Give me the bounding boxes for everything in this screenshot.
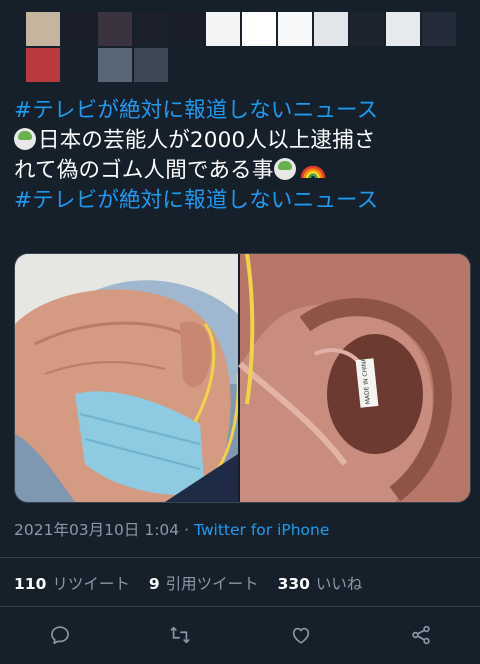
retweet-button[interactable] [165,620,195,650]
retweet-icon [170,626,190,644]
tweet-text: #テレビが絶対に報道しないニュース 日本の芸能人が2000人以上逮捕さ れて偽の… [14,96,472,216]
like-button[interactable] [286,620,316,650]
tweet-actions [0,620,480,650]
tweet-time[interactable]: 1:04 [144,521,179,539]
divider [0,606,480,607]
tea-bowl-emoji [273,158,296,180]
reply-icon [51,626,69,645]
tweet-stats: 110 リツイート 9 引用ツイート 330 いいね [14,572,376,594]
share-icon [412,625,430,645]
photo-man-with-mask[interactable] [15,254,240,502]
tweet-text-line: 日本の芸能人が2000人以上逮捕さ [38,128,376,153]
tweet-date[interactable]: 2021年03月10日 [14,521,139,539]
meta-separator: · [184,521,190,539]
rainbow-emoji [300,165,325,179]
divider [0,557,480,558]
retweets-stat[interactable]: 110 リツイート [14,575,130,593]
hashtag-link[interactable]: #テレビが絶対に報道しないニュース [14,98,378,123]
tweet-meta: 2021年03月10日 1:04 · Twitter for iPhone [14,518,329,540]
tea-bowl-emoji [14,128,36,150]
share-button[interactable] [406,620,436,650]
quotes-stat[interactable]: 9 引用ツイート [149,575,259,593]
tweet-media[interactable]: MADE IN CHINA [14,253,471,503]
reply-button[interactable] [45,620,75,650]
tweet-text-line: れて偽のゴム人間である事 [14,158,274,183]
tweet-source-link[interactable]: Twitter for iPhone [194,521,329,539]
like-icon [292,627,310,644]
likes-stat[interactable]: 330 いいね [278,575,363,593]
hashtag-link[interactable]: #テレビが絶対に報道しないニュース [14,188,378,213]
photo-ear-closeup[interactable]: MADE IN CHINA [238,254,470,502]
